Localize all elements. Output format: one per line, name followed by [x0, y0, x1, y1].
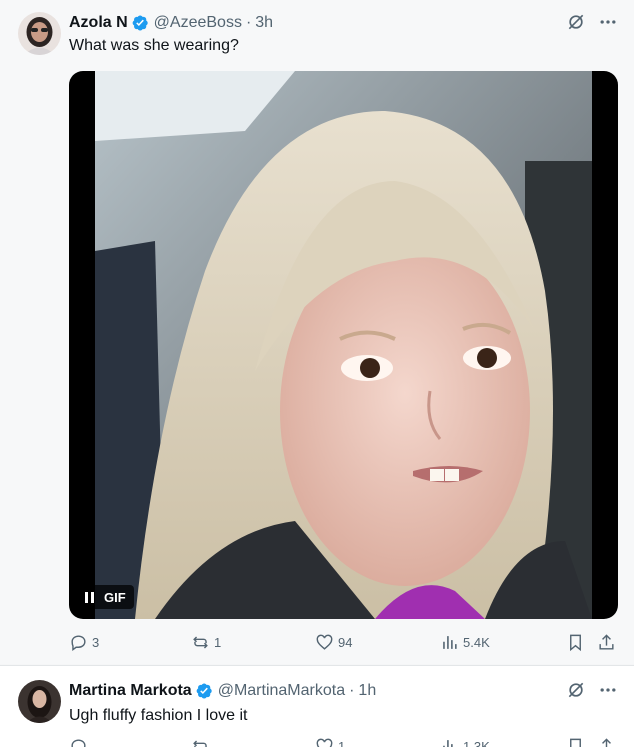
views-icon	[443, 740, 453, 747]
tweet[interactable]: Martina Markota @MartinaMarkota · 1h Ugh…	[0, 665, 634, 747]
repost-icon	[193, 636, 208, 649]
like-icon	[316, 634, 333, 650]
verified-badge-icon	[196, 683, 212, 699]
avatar-image	[18, 12, 61, 55]
reply-icon	[71, 739, 86, 747]
views-button[interactable]: 5.4K	[440, 633, 490, 652]
tweet[interactable]: Azola N @AzeeBoss · 3h What was she wear…	[0, 0, 634, 664]
tweet-text: What was she wearing?	[69, 37, 239, 54]
avatar[interactable]	[18, 12, 61, 55]
repost-button[interactable]: 1	[191, 633, 221, 652]
tweet-text: Ugh fluffy fashion I love it	[69, 707, 248, 724]
avatar-image	[18, 680, 61, 723]
verified-badge-icon	[132, 15, 148, 31]
gif-badge: GIF	[104, 589, 126, 605]
bookmark-button[interactable]	[566, 633, 585, 652]
tweet-actions: 1 1.3K	[69, 737, 618, 747]
gif-image	[95, 71, 592, 619]
like-button[interactable]: 1	[315, 737, 345, 747]
timestamp[interactable]: 3h	[255, 14, 273, 32]
share-button[interactable]	[597, 737, 616, 747]
share-icon	[602, 738, 611, 747]
reply-icon	[71, 635, 86, 652]
more-icon[interactable]	[598, 12, 618, 32]
bookmark-button[interactable]	[566, 737, 585, 747]
pause-icon[interactable]	[85, 591, 94, 603]
share-icon	[599, 634, 614, 650]
separator: ·	[245, 14, 252, 31]
like-count: 1	[338, 739, 346, 747]
bookmark-icon	[570, 634, 581, 652]
timestamp[interactable]: 1h	[358, 682, 376, 700]
view-count: 5.4K	[463, 635, 490, 650]
tweet-actions: 3 1 94 5.4K	[69, 633, 618, 655]
tweet-header: Azola N @AzeeBoss · 3h	[69, 12, 273, 34]
reply-button[interactable]: 3	[69, 633, 99, 652]
author-handle[interactable]: @MartinaMarkota	[218, 682, 345, 700]
views-button[interactable]: 1.3K	[440, 737, 490, 747]
like-button[interactable]: 94	[315, 633, 352, 652]
author-name[interactable]: Martina Markota	[69, 682, 192, 700]
tweet-header: Martina Markota @MartinaMarkota · 1h	[69, 680, 376, 702]
like-icon	[316, 738, 333, 747]
tweet-top-actions	[566, 680, 618, 700]
repost-icon	[193, 740, 207, 747]
author-handle[interactable]: @AzeeBoss	[154, 14, 242, 32]
separator: ·	[349, 682, 355, 699]
gif-controls[interactable]: GIF	[79, 585, 134, 609]
views-icon	[443, 636, 457, 649]
share-button[interactable]	[597, 633, 616, 652]
view-count: 1.3K	[463, 739, 490, 747]
tweet-top-actions	[566, 12, 618, 32]
reply-button[interactable]	[69, 737, 92, 747]
repost-count: 1	[214, 635, 222, 650]
tweet-media-gif[interactable]: GIF	[69, 71, 618, 619]
avatar[interactable]	[18, 680, 61, 723]
repost-button[interactable]	[191, 737, 214, 747]
reply-count: 3	[92, 635, 100, 650]
like-count: 94	[338, 635, 353, 650]
more-icon[interactable]	[598, 680, 618, 700]
author-name[interactable]: Azola N	[69, 14, 128, 32]
grok-icon[interactable]	[566, 12, 586, 32]
bookmark-icon	[570, 738, 581, 747]
grok-icon[interactable]	[566, 680, 586, 700]
